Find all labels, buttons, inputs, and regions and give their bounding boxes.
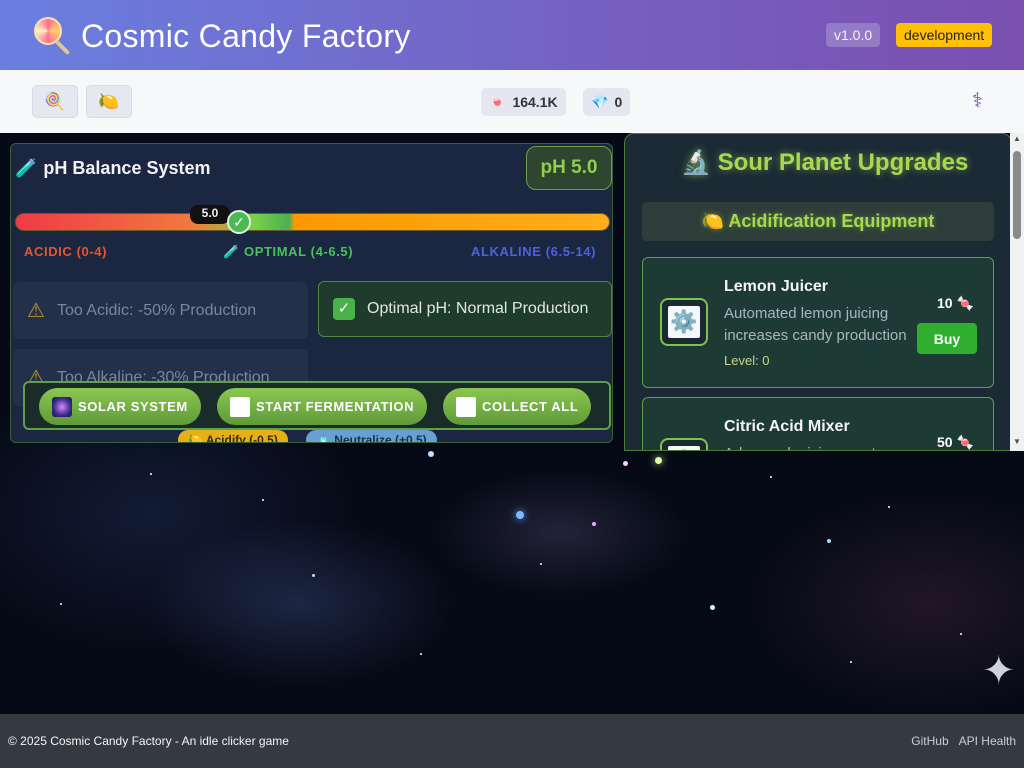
candy-icon: 🍬 (956, 295, 975, 311)
collect-all-button[interactable]: COLLECT ALL (443, 388, 592, 425)
environment-badge: development (896, 23, 993, 47)
sparkle-icon: ✦ (982, 649, 1016, 693)
star (428, 451, 434, 457)
lollipop-icon: 🍭 (44, 91, 66, 111)
upgrades-scrollbar[interactable]: ▲ ▼ (1010, 133, 1024, 451)
acidify-button[interactable]: 🍋 Acidify (-0.5) (178, 430, 288, 443)
status-too-acidic: ⚠ Too Acidic: -50% Production (13, 282, 308, 339)
ph-gauge (15, 213, 610, 231)
game-area: ✦ 🧪 pH Balance System pH 5.0 5.0 ✓ ACIDIC… (0, 133, 1024, 714)
candy-icon: 🍬 (489, 93, 507, 110)
upgrade-description: Automated lemon juicing increases candy … (724, 305, 907, 344)
scale-label-acidic: ACIDIC (0-4) (24, 244, 108, 259)
star (540, 563, 542, 565)
test-tube-icon: 🧪 (15, 158, 38, 178)
star (850, 661, 852, 663)
upgrade-cost: 50 🍬 (937, 434, 975, 450)
scale-label-alkaline: ALKALINE (6.5-14) (471, 244, 597, 259)
ph-marker: 5.0 (190, 205, 230, 224)
microscope-icon: 🔬 (681, 149, 718, 176)
star (312, 574, 315, 577)
test-tube-icon: 🧪 (223, 244, 244, 259)
check-icon: ✓ (227, 210, 251, 234)
caduceus-icon[interactable]: ⚕ (972, 88, 983, 113)
ph-value-badge: pH 5.0 (526, 146, 612, 190)
app-title: Cosmic Candy Factory (81, 17, 411, 54)
star (960, 633, 962, 635)
upgrade-item: ⚙️ Lemon Juicer Automated lemon juicing … (642, 257, 994, 388)
scroll-down-icon[interactable]: ▼ (1013, 438, 1021, 446)
candy-icon: 🍬 (956, 434, 975, 450)
gear-icon: ⚙️ (670, 309, 698, 334)
upgrades-panel: 🔬 Sour Planet Upgrades 🍋 Acidification E… (624, 133, 1012, 451)
star (262, 499, 264, 501)
star (420, 653, 422, 655)
gem-count: 0 (614, 94, 623, 110)
lollipop-icon (34, 17, 72, 56)
star (592, 522, 596, 526)
ph-panel-title: 🧪 pH Balance System (15, 158, 211, 178)
star (827, 539, 831, 543)
resource-bar: 🍭 🍋 🍬 164.1K 💎 0 (0, 70, 1024, 133)
bottle-icon: 🧴 (316, 433, 335, 443)
version-badge: v1.0.0 (826, 23, 881, 47)
collect-icon (456, 396, 476, 417)
star (516, 511, 524, 519)
fermentation-icon (230, 396, 250, 417)
start-fermentation-button[interactable]: START FERMENTATION (217, 388, 428, 425)
upgrade-name: Lemon Juicer (724, 278, 829, 295)
app-header: Cosmic Candy Factory v1.0.0 development (0, 0, 1024, 70)
upgrade-item-icon: ⚙️ (660, 298, 708, 346)
buy-button[interactable]: Buy (917, 323, 977, 354)
scroll-up-icon[interactable]: ▲ (1013, 135, 1021, 143)
upgrade-item-icon: ⚙️ (660, 438, 708, 450)
api-health-link[interactable]: API Health (959, 734, 1016, 748)
lemon-icon: 🍋 (701, 211, 729, 231)
galaxy-icon (52, 396, 72, 417)
upgrade-level: Level: 0 (724, 353, 770, 368)
star (888, 506, 890, 508)
upgrade-name: Citric Acid Mixer (724, 418, 850, 435)
brand: Cosmic Candy Factory (34, 17, 411, 56)
candy-count: 164.1K (512, 94, 558, 110)
gem-counter: 💎 0 (583, 88, 631, 116)
star (150, 473, 152, 475)
check-icon: ✓ (333, 298, 355, 320)
star (655, 457, 662, 464)
status-optimal: ✓ Optimal pH: Normal Production (318, 281, 612, 337)
star (60, 603, 62, 605)
lemon-planet-button[interactable]: 🍋 (86, 85, 132, 118)
solar-system-button[interactable]: SOLAR SYSTEM (39, 388, 201, 425)
candy-counter: 🍬 164.1K (481, 88, 566, 116)
copyright-text: © 2025 Cosmic Candy Factory - An idle cl… (8, 734, 289, 748)
star (770, 476, 772, 478)
github-link[interactable]: GitHub (911, 734, 948, 748)
star (710, 605, 715, 610)
lollipop-planet-button[interactable]: 🍭 (32, 85, 78, 118)
upgrade-cost: 10 🍬 (937, 295, 975, 311)
gear-icon: ⚙️ (670, 449, 697, 450)
warning-icon: ⚠ (27, 300, 45, 322)
scrollbar-thumb[interactable] (1013, 151, 1021, 239)
category-header: 🍋 Acidification Equipment (642, 202, 994, 241)
upgrade-description: Advanced mixing creates (724, 443, 914, 450)
lemon-icon: 🍋 (98, 91, 120, 111)
scale-label-optimal: 🧪 OPTIMAL (4-6.5) (223, 244, 354, 259)
footer-links: GitHub API Health (911, 734, 1016, 748)
star (623, 461, 628, 466)
upgrades-title: 🔬 Sour Planet Upgrades (681, 149, 969, 176)
gem-icon: 💎 (591, 93, 609, 110)
footer: © 2025 Cosmic Candy Factory - An idle cl… (0, 714, 1024, 768)
action-bar: SOLAR SYSTEM START FERMENTATION COLLECT … (23, 381, 611, 430)
neutralize-button[interactable]: 🧴 Neutralize (+0.5) (306, 430, 437, 443)
upgrade-item: ⚙️ Citric Acid Mixer Advanced mixing cre… (642, 397, 994, 450)
lemon-icon: 🍋 (188, 433, 206, 443)
